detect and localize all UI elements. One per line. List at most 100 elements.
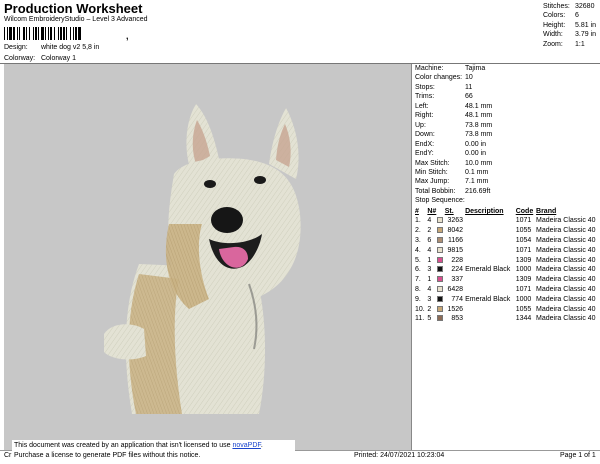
stat-zoom: Zoom: 1:1 bbox=[543, 40, 585, 48]
row-description bbox=[465, 314, 516, 324]
row-brand: Madeira Classic 40 bbox=[536, 276, 596, 284]
row-swatch-cell bbox=[437, 304, 445, 314]
table-row: 9. 3 774 Emerald Black 1000 Madeira Classic 4… bbox=[415, 294, 600, 304]
design-preview bbox=[4, 64, 412, 450]
stat-stitches: Stitches: 32680 bbox=[543, 3, 595, 10]
row-swatch-cell bbox=[437, 226, 445, 236]
design-label: Design: bbox=[4, 44, 28, 51]
stat-width: Width: 3.79 in bbox=[543, 31, 597, 39]
machine-info-value: 216.69ft bbox=[465, 187, 491, 195]
row-code: 1071 bbox=[515, 217, 532, 225]
machine-info-value: 7.1 mm bbox=[465, 178, 489, 186]
table-row: 3. 6 1166 1054 Madeira Classic 40 bbox=[415, 236, 600, 246]
row-code: 1309 bbox=[515, 276, 532, 284]
row-num: 7. bbox=[415, 276, 421, 284]
row-stitches: 228 bbox=[451, 256, 464, 264]
row-num: 2. bbox=[415, 227, 421, 235]
machine-info-value: 11 bbox=[465, 83, 473, 91]
col-brand: Brand bbox=[536, 208, 557, 215]
stop-sequence-header-row: # N# St. Description Code Brand bbox=[415, 207, 600, 216]
barcode bbox=[4, 27, 81, 40]
row-swatch-cell bbox=[437, 216, 445, 226]
notice-line-1: This document was created by an applicat… bbox=[14, 442, 263, 449]
machine-info-label: Total Bobbin: bbox=[415, 187, 456, 195]
row-brand: Madeira Classic 40 bbox=[536, 236, 596, 244]
row-brand: Madeira Classic 40 bbox=[536, 285, 596, 293]
row-needle: 5 bbox=[427, 315, 432, 323]
row-brand: Madeira Classic 40 bbox=[536, 246, 596, 254]
row-num: 6. bbox=[415, 266, 421, 274]
row-description bbox=[465, 236, 516, 246]
novapdf-link[interactable]: novaPDF bbox=[232, 442, 260, 449]
col-num: # bbox=[415, 208, 419, 215]
machine-info-row: Total Bobbin: 216.69ft bbox=[415, 187, 492, 196]
row-stitches: 1526 bbox=[447, 305, 464, 313]
row-needle: 4 bbox=[427, 246, 432, 254]
table-row: 7. 1 337 1309 Madeira Classic 40 bbox=[415, 275, 600, 285]
machine-info-label: Max Jump: bbox=[415, 178, 450, 186]
row-brand: Madeira Classic 40 bbox=[536, 217, 596, 225]
printed-timestamp: Printed: 24/07/2021 10:23:04 bbox=[354, 452, 445, 459]
row-brand: Madeira Classic 40 bbox=[536, 315, 596, 323]
row-stitches: 1166 bbox=[448, 236, 464, 244]
notice-line-2: Purchase a license to generate PDF files… bbox=[14, 451, 201, 459]
row-brand: Madeira Classic 40 bbox=[536, 305, 596, 313]
table-row: 11. 5 853 1344 Madeira Classic 40 bbox=[415, 314, 600, 324]
machine-info-row: Down: 73.8 mm bbox=[415, 130, 492, 139]
color-swatch bbox=[437, 217, 444, 224]
row-swatch-cell bbox=[437, 236, 445, 246]
row-needle: 1 bbox=[427, 256, 432, 264]
colorway-label: Colorway: bbox=[4, 55, 36, 62]
design-row: Design: white dog v2 5,8 in bbox=[4, 44, 99, 51]
stat-height: Height: 5.81 in bbox=[543, 21, 597, 29]
row-stitches: 337 bbox=[451, 276, 464, 284]
row-description bbox=[465, 245, 516, 255]
machine-info-value: 0.00 in bbox=[465, 150, 487, 158]
col-swatch bbox=[437, 207, 445, 216]
row-num: 1. bbox=[415, 217, 421, 225]
row-needle: 3 bbox=[427, 295, 432, 303]
row-stitches: 8042 bbox=[447, 227, 464, 235]
color-swatch bbox=[437, 266, 444, 273]
row-description: Emerald Black bbox=[465, 295, 511, 303]
row-stitches: 3263 bbox=[447, 217, 464, 225]
row-description bbox=[465, 275, 516, 285]
machine-info-label: Right: bbox=[415, 112, 434, 120]
row-swatch-cell bbox=[437, 294, 445, 304]
app-subtitle: Wilcom EmbroideryStudio – Level 3 Advanc… bbox=[4, 16, 148, 23]
machine-info-row: Machine: Tajima bbox=[415, 64, 492, 73]
row-code: 1344 bbox=[515, 315, 532, 323]
table-row: 4. 4 9815 1071 Madeira Classic 40 bbox=[415, 245, 600, 255]
machine-info-value: Tajima bbox=[465, 65, 486, 72]
barcode-suffix: , bbox=[126, 31, 129, 41]
row-description bbox=[465, 285, 516, 295]
machine-info-value: 73.8 mm bbox=[465, 131, 493, 139]
machine-info-value: 48.1 mm bbox=[465, 112, 493, 120]
row-needle: 3 bbox=[427, 266, 432, 274]
machine-info-value: 0.1 mm bbox=[465, 168, 489, 176]
machine-info-row: Max Stitch: 10.0 mm bbox=[415, 159, 492, 168]
col-st: St. bbox=[444, 208, 454, 215]
machine-info-label: Color changes: bbox=[415, 74, 463, 82]
machine-info-row: EndX: 0.00 in bbox=[415, 140, 492, 149]
row-description: Emerald Black bbox=[465, 266, 511, 274]
row-num: 11. bbox=[415, 315, 425, 323]
machine-info-row: Min Stitch: 0.1 mm bbox=[415, 168, 492, 177]
table-row: 2. 2 8042 1055 Madeira Classic 40 bbox=[415, 226, 600, 236]
machine-info-row: Stops: 11 bbox=[415, 83, 492, 92]
table-row: 8. 4 6428 1071 Madeira Classic 40 bbox=[415, 285, 600, 295]
machine-info-row: Up: 73.8 mm bbox=[415, 121, 492, 130]
machine-info-label: Left: bbox=[415, 102, 429, 110]
row-stitches: 9815 bbox=[447, 246, 464, 254]
row-swatch-cell bbox=[437, 265, 445, 275]
row-code: 1000 bbox=[515, 295, 532, 303]
row-needle: 4 bbox=[427, 217, 432, 225]
machine-info-label: EndX: bbox=[415, 140, 435, 148]
color-swatch bbox=[437, 246, 444, 253]
machine-info-label: Trims: bbox=[415, 93, 435, 101]
row-swatch-cell bbox=[437, 275, 445, 285]
machine-info-row: Color changes: 10 bbox=[415, 73, 492, 82]
row-needle: 4 bbox=[427, 285, 432, 293]
machine-info-label: Min Stitch: bbox=[415, 168, 448, 176]
row-swatch-cell bbox=[437, 285, 445, 295]
